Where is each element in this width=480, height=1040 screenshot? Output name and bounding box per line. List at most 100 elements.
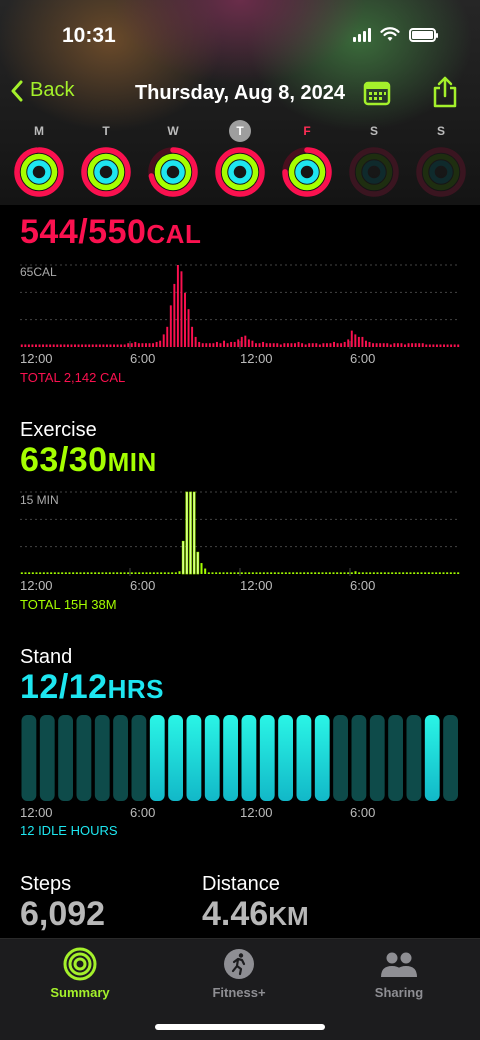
day-activity-rings-icon xyxy=(14,147,64,197)
back-button[interactable]: Back xyxy=(10,79,74,102)
chart-bar xyxy=(457,344,460,347)
chart-bar xyxy=(244,572,247,574)
calendar-button[interactable] xyxy=(363,80,391,111)
chart-bar xyxy=(258,343,261,347)
stand-value: 12/12HRS xyxy=(20,668,164,706)
chart-bar xyxy=(79,572,82,574)
day-activity-rings-icon xyxy=(416,147,466,197)
week-day-selector: MTWTFSS xyxy=(0,120,480,202)
chart-bar xyxy=(382,343,385,347)
chart-bar xyxy=(350,572,353,574)
day-5[interactable]: S xyxy=(346,120,402,198)
chart-bar xyxy=(332,572,335,574)
day-2[interactable]: W xyxy=(145,120,201,198)
chart-bar xyxy=(168,715,183,801)
chart-bar xyxy=(205,343,208,347)
chart-bar xyxy=(379,343,382,347)
chart-bar xyxy=(314,572,317,574)
chart-bar xyxy=(428,344,431,347)
chart-bar xyxy=(404,344,406,347)
chart-bar xyxy=(421,343,424,347)
chart-bar xyxy=(333,341,336,347)
share-button[interactable] xyxy=(431,76,459,113)
chart-bar xyxy=(169,305,172,347)
steps-label: Steps xyxy=(20,873,72,895)
chart-bar xyxy=(240,572,243,574)
chart-bar xyxy=(318,344,321,347)
exercise-value: 63/30MIN xyxy=(20,441,157,479)
chart-bar xyxy=(350,330,353,347)
chart-bar xyxy=(59,344,62,347)
chart-bar xyxy=(400,343,403,347)
chart-bar xyxy=(409,572,412,574)
chart-bar xyxy=(226,343,229,347)
chart-bar xyxy=(388,715,403,801)
chart-bar xyxy=(131,715,147,801)
chart-bar xyxy=(81,344,84,347)
chart-bar xyxy=(229,572,232,574)
axis-tick-label: 12:00 xyxy=(240,805,273,820)
chart-bar xyxy=(116,572,119,574)
chart-bar xyxy=(380,572,383,574)
chart-bar xyxy=(166,326,169,347)
chart-bar xyxy=(204,715,220,801)
chart-bar xyxy=(64,572,67,574)
day-1[interactable]: T xyxy=(78,120,134,198)
chart-bar xyxy=(453,572,456,574)
tab-fitness-plus[interactable]: Fitness+ xyxy=(179,947,299,1000)
chart-bar xyxy=(431,572,434,574)
chart-bar xyxy=(322,343,325,347)
chart-bar xyxy=(156,572,159,574)
day-0[interactable]: M xyxy=(11,120,67,198)
chart-bar xyxy=(237,572,240,574)
chart-bar xyxy=(347,339,350,347)
chart-bar xyxy=(21,715,37,801)
axis-tick-label: 6:00 xyxy=(350,351,376,366)
chart-bar xyxy=(393,343,396,347)
chart-bar xyxy=(364,340,367,347)
chart-bar xyxy=(123,344,126,347)
chart-bar xyxy=(281,572,284,574)
chart-bar xyxy=(83,572,86,574)
chart-bar xyxy=(432,344,435,347)
tab-summary[interactable]: Summary xyxy=(20,947,140,1000)
chart-bar xyxy=(152,572,155,574)
tab-sharing[interactable]: Sharing xyxy=(339,947,459,1000)
day-activity-rings-icon xyxy=(148,147,198,197)
chart-bar xyxy=(144,343,147,347)
chart-bar xyxy=(259,572,262,574)
day-4[interactable]: F xyxy=(279,120,335,198)
exercise-label: Exercise xyxy=(20,419,97,441)
chart-bar xyxy=(375,343,378,347)
steps-value: 6,092 xyxy=(20,895,106,933)
day-6[interactable]: S xyxy=(413,120,469,198)
axis-tick-label: 6:00 xyxy=(350,578,376,593)
chart-bar xyxy=(192,491,196,575)
chart-bar xyxy=(127,572,130,574)
chart-bar xyxy=(443,715,458,801)
chart-bar xyxy=(439,344,442,347)
chart-bar xyxy=(283,343,286,347)
chart-bar xyxy=(237,339,240,347)
chart-bar xyxy=(94,572,97,574)
chart-bar xyxy=(130,343,133,347)
chart-bar xyxy=(247,339,250,347)
axis-tick-label: 6:00 xyxy=(130,578,156,593)
chart-bar xyxy=(20,344,23,347)
chart-bar xyxy=(407,343,410,347)
chart-bar xyxy=(254,343,257,347)
day-3[interactable]: T xyxy=(212,120,268,198)
chart-bar xyxy=(171,572,174,574)
home-indicator xyxy=(155,1024,325,1030)
chart-bar xyxy=(113,715,128,801)
exercise-chart xyxy=(20,491,460,576)
chart-bar xyxy=(215,572,218,574)
tab-fitness-plus-label: Fitness+ xyxy=(212,985,266,1000)
day-activity-rings-icon xyxy=(81,147,131,197)
chart-bar xyxy=(325,343,328,347)
chart-bar xyxy=(272,343,275,347)
chart-bar xyxy=(233,341,236,347)
chart-bar xyxy=(219,343,222,347)
tab-sharing-label: Sharing xyxy=(374,985,424,1000)
chart-bar xyxy=(425,344,428,347)
